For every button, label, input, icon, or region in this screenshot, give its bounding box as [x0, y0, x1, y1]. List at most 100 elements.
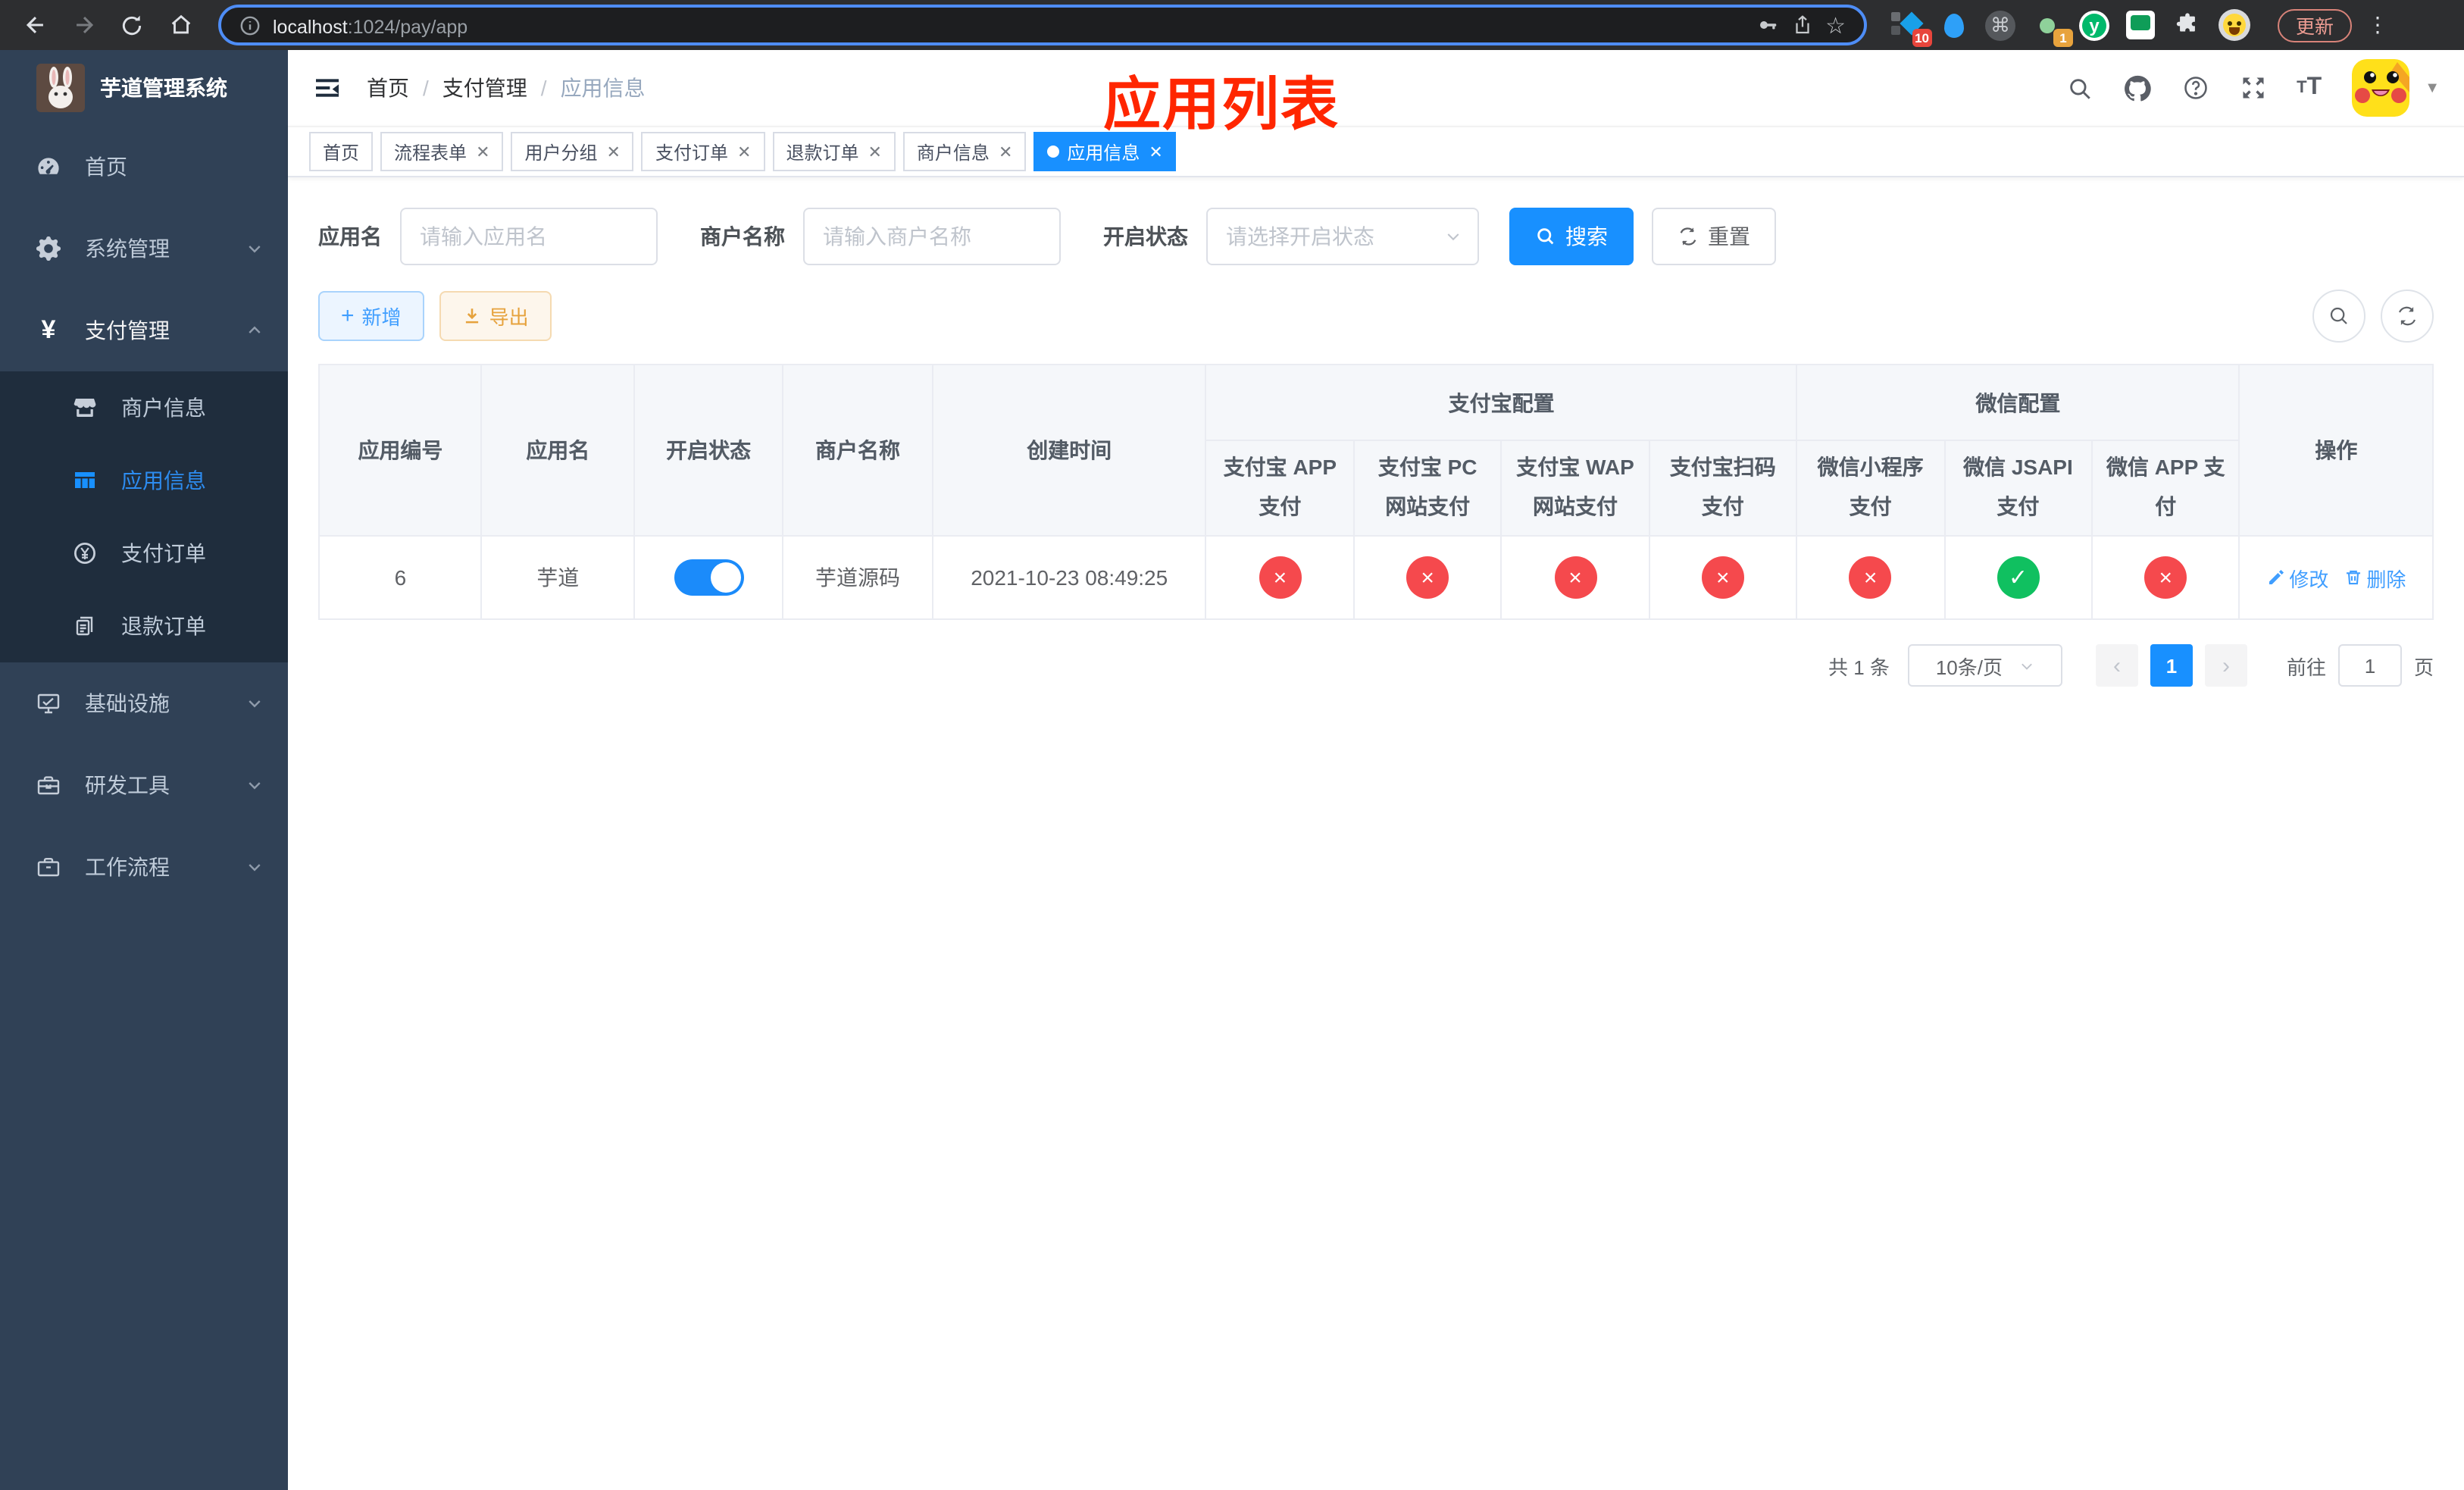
navbar: 首页 / 支付管理 / 应用信息 T T ▼ — [288, 50, 2464, 126]
toggle-search-button[interactable] — [2312, 290, 2366, 343]
grid-table-icon — [67, 468, 103, 493]
document-icon — [67, 614, 103, 638]
extensions-puzzle-icon[interactable] — [2172, 10, 2202, 40]
merchant-name-label: 商户名称 — [700, 224, 785, 249]
help-icon[interactable] — [2181, 74, 2209, 102]
edit-button[interactable]: 修改 — [2266, 563, 2328, 592]
prev-page-button[interactable]: ‹ — [2095, 644, 2138, 687]
app-logo-row[interactable]: 芋道管理系统 — [0, 50, 288, 126]
password-key-icon[interactable] — [1756, 14, 1778, 36]
delete-button[interactable]: 删除 — [2344, 563, 2406, 592]
cell-wechat-app: × — [2090, 535, 2240, 620]
browser-chrome: localhost:1024/pay/app ☆ 10 ⌘ 1 y 更新 ⋮ — [0, 0, 2464, 50]
reset-button[interactable]: 重置 — [1652, 208, 1776, 265]
address-bar[interactable]: localhost:1024/pay/app ☆ — [218, 5, 1867, 45]
app-name-input[interactable] — [400, 208, 658, 265]
sidebar-item-app-info[interactable]: 应用信息 — [0, 444, 288, 517]
reload-icon[interactable] — [112, 5, 152, 45]
col-status: 开启状态 — [633, 364, 784, 537]
close-icon[interactable]: ✕ — [476, 142, 489, 161]
ext-avatar-smiley-icon[interactable] — [2219, 9, 2250, 41]
avatar-caret-icon[interactable]: ▼ — [2425, 80, 2440, 96]
app-status-switch[interactable] — [674, 559, 744, 596]
tag-process-form[interactable]: 流程表单 ✕ — [380, 132, 504, 171]
ext-badge: 10 — [1912, 28, 1932, 46]
page-title-annotation: 应用列表 — [1103, 74, 1340, 138]
back-icon[interactable] — [15, 5, 55, 45]
sidebar-item-dev-tools[interactable]: 研发工具 — [0, 744, 288, 826]
chevron-down-icon — [1444, 227, 1462, 246]
site-info-icon[interactable] — [239, 14, 261, 36]
breadcrumb-current: 应用信息 — [560, 76, 646, 100]
forward-icon[interactable] — [64, 5, 103, 45]
search-icon[interactable] — [2066, 75, 2092, 101]
chevron-down-icon — [245, 239, 264, 258]
close-icon[interactable]: ✕ — [868, 142, 881, 161]
refresh-table-button[interactable] — [2381, 290, 2434, 343]
merchant-name-input[interactable] — [803, 208, 1061, 265]
sidebar-item-home[interactable]: 首页 — [0, 126, 288, 208]
col-created: 创建时间 — [931, 364, 1207, 537]
tag-merchant-info[interactable]: 商户信息 ✕ — [902, 132, 1027, 171]
sidebar-collapse-icon[interactable] — [312, 73, 342, 103]
avatar[interactable] — [2352, 59, 2410, 117]
chevron-down-icon — [245, 776, 264, 794]
sidebar-item-refund-order[interactable]: 退款订单 — [0, 590, 288, 662]
col-group-alipay: 支付宝配置 — [1205, 364, 1798, 441]
url-host: localhost — [273, 16, 348, 37]
close-icon[interactable]: ✕ — [737, 142, 751, 161]
cell-status — [633, 535, 784, 620]
bookmark-star-icon[interactable]: ☆ — [1825, 11, 1846, 39]
sidebar-item-merchant-info[interactable]: 商户信息 — [0, 371, 288, 444]
tag-payment-order[interactable]: 支付订单 ✕ — [641, 132, 765, 171]
tag-refund-order[interactable]: 退款订单 ✕ — [772, 132, 896, 171]
chrome-menu-icon[interactable]: ⋮ — [2367, 12, 2388, 38]
close-icon[interactable]: ✕ — [1149, 142, 1162, 161]
status-select[interactable]: 请选择开启状态 — [1206, 208, 1479, 265]
close-icon[interactable]: ✕ — [607, 142, 621, 161]
text-size-icon[interactable]: TT — [2297, 74, 2322, 102]
cell-merchant: 芋道源码 — [782, 535, 933, 620]
ext-tabs-icon[interactable]: 10 — [1891, 10, 1932, 46]
sidebar-item-label: 支付管理 — [85, 318, 170, 343]
tag-home[interactable]: 首页 — [309, 132, 374, 171]
sidebar-item-label: 商户信息 — [121, 396, 206, 420]
ext-yuque-icon[interactable]: y — [2079, 10, 2109, 40]
sidebar-item-payment-management[interactable]: ¥ 支付管理 — [0, 290, 288, 371]
plus-icon: + — [341, 303, 355, 329]
col-app-name: 应用名 — [480, 364, 635, 537]
cell-wechat-mini: × — [1796, 535, 1946, 620]
add-button[interactable]: + 新增 — [318, 291, 424, 341]
app-logo — [36, 64, 85, 112]
tag-user-group[interactable]: 用户分组 ✕ — [511, 132, 634, 171]
chevron-up-icon — [245, 321, 264, 340]
search-button[interactable]: 搜索 — [1509, 208, 1634, 265]
ext-balloon-icon[interactable] — [1938, 10, 1968, 40]
fullscreen-icon[interactable] — [2239, 74, 2266, 102]
github-icon[interactable] — [2122, 74, 2151, 102]
next-page-button[interactable]: › — [2204, 644, 2247, 687]
sidebar-item-payment-order[interactable]: 支付订单 — [0, 517, 288, 590]
cell-created: 2021-10-23 08:49:25 — [931, 535, 1207, 620]
monitor-icon — [30, 691, 67, 715]
sidebar-item-label: 支付订单 — [121, 541, 206, 565]
goto-page-input[interactable] — [2337, 644, 2402, 687]
navbar-actions: TT ▼ — [2066, 59, 2440, 117]
current-page-button[interactable]: 1 — [2150, 644, 2193, 687]
ext-command-icon[interactable]: ⌘ — [1985, 10, 2015, 40]
ext-profile-icon[interactable]: 1 — [2032, 10, 2073, 46]
chrome-update-button[interactable]: 更新 — [2278, 8, 2353, 42]
ext-chat-icon[interactable] — [2126, 11, 2155, 39]
breadcrumb-home[interactable]: 首页 — [367, 73, 409, 103]
col-alipay-qr: 支付宝扫码支付 — [1648, 440, 1798, 537]
breadcrumb-payment[interactable]: 支付管理 — [442, 73, 527, 103]
sidebar-item-infrastructure[interactable]: 基础设施 — [0, 662, 288, 744]
sidebar-item-workflow[interactable]: 工作流程 — [0, 826, 288, 908]
export-button[interactable]: 导出 — [439, 291, 552, 341]
page-size-select[interactable]: 10条/页 — [1907, 644, 2062, 687]
sidebar-item-label: 系统管理 — [85, 236, 170, 261]
close-icon[interactable]: ✕ — [999, 142, 1012, 161]
share-icon[interactable] — [1790, 14, 1813, 36]
sidebar-item-system-management[interactable]: 系统管理 — [0, 208, 288, 290]
home-icon[interactable] — [161, 5, 200, 45]
